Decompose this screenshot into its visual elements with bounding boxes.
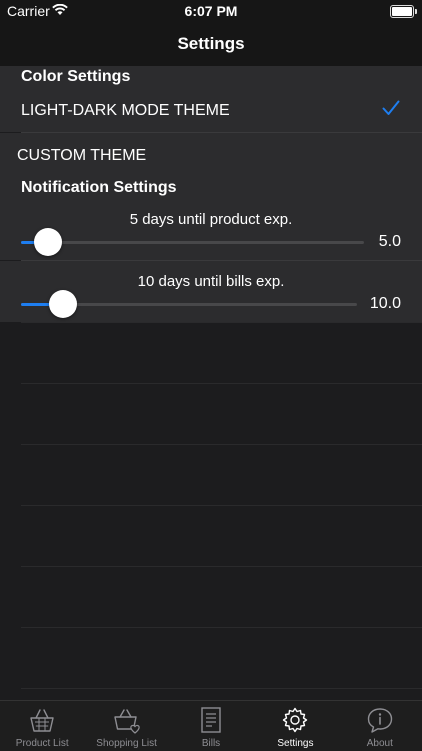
tab-about[interactable]: About: [338, 701, 422, 751]
bills-expiration-label: 10 days until bills exp.: [137, 273, 285, 290]
page-title: Settings: [177, 34, 245, 53]
tab-label: Product List: [15, 738, 69, 749]
tab-bar: Product List Shopping List Bills Setting…: [0, 700, 422, 751]
checkmark-icon: [382, 100, 400, 115]
empty-row-divider: [21, 322, 422, 323]
empty-row-divider: [21, 566, 422, 567]
product-expiration-label: 5 days until product exp.: [129, 211, 293, 228]
tab-settings[interactable]: Settings: [253, 701, 337, 751]
receipt-icon: [201, 707, 221, 733]
empty-row-divider: [21, 505, 422, 506]
theme-option-custom[interactable]: CUSTOM THEME: [0, 133, 422, 177]
notification-settings-header: Notification Settings: [0, 177, 422, 199]
slider-thumb[interactable]: [34, 228, 62, 256]
color-settings-header: Color Settings: [0, 66, 422, 88]
tab-label: About: [366, 738, 393, 749]
theme-option-label: LIGHT-DARK MODE THEME: [21, 102, 230, 119]
bills-expiration-slider-row: 10 days until bills exp. 10.0: [0, 261, 422, 322]
basket-icon: [30, 709, 54, 732]
empty-row-divider: [21, 444, 422, 445]
clock: 6:07 PM: [184, 3, 238, 19]
slider-thumb[interactable]: [49, 290, 77, 318]
tab-label: Bills: [201, 738, 221, 749]
tab-label: Settings: [277, 738, 314, 749]
theme-option-light-dark[interactable]: LIGHT-DARK MODE THEME: [0, 88, 422, 132]
info-icon: [367, 708, 393, 733]
status-bar: Carrier 6:07 PM: [0, 0, 422, 22]
empty-row-divider: [21, 627, 422, 628]
tab-label: Shopping List: [96, 738, 157, 749]
battery-icon: [390, 5, 417, 18]
product-expiration-slider[interactable]: [21, 241, 364, 244]
tab-shopping-list[interactable]: Shopping List: [84, 701, 168, 751]
product-expiration-value: 5.0: [378, 233, 401, 250]
bills-expiration-value: 10.0: [369, 295, 401, 312]
theme-option-label: CUSTOM THEME: [17, 147, 147, 164]
empty-row-divider: [21, 383, 422, 384]
empty-row-divider: [21, 688, 422, 689]
gear-icon: [283, 707, 308, 733]
product-expiration-slider-row: 5 days until product exp. 5.0: [0, 199, 422, 260]
shopping-basket-heart-icon: [113, 709, 140, 734]
tab-product-list[interactable]: Product List: [0, 701, 84, 751]
navigation-bar: Settings: [0, 22, 422, 66]
tab-bills[interactable]: Bills: [169, 701, 253, 751]
